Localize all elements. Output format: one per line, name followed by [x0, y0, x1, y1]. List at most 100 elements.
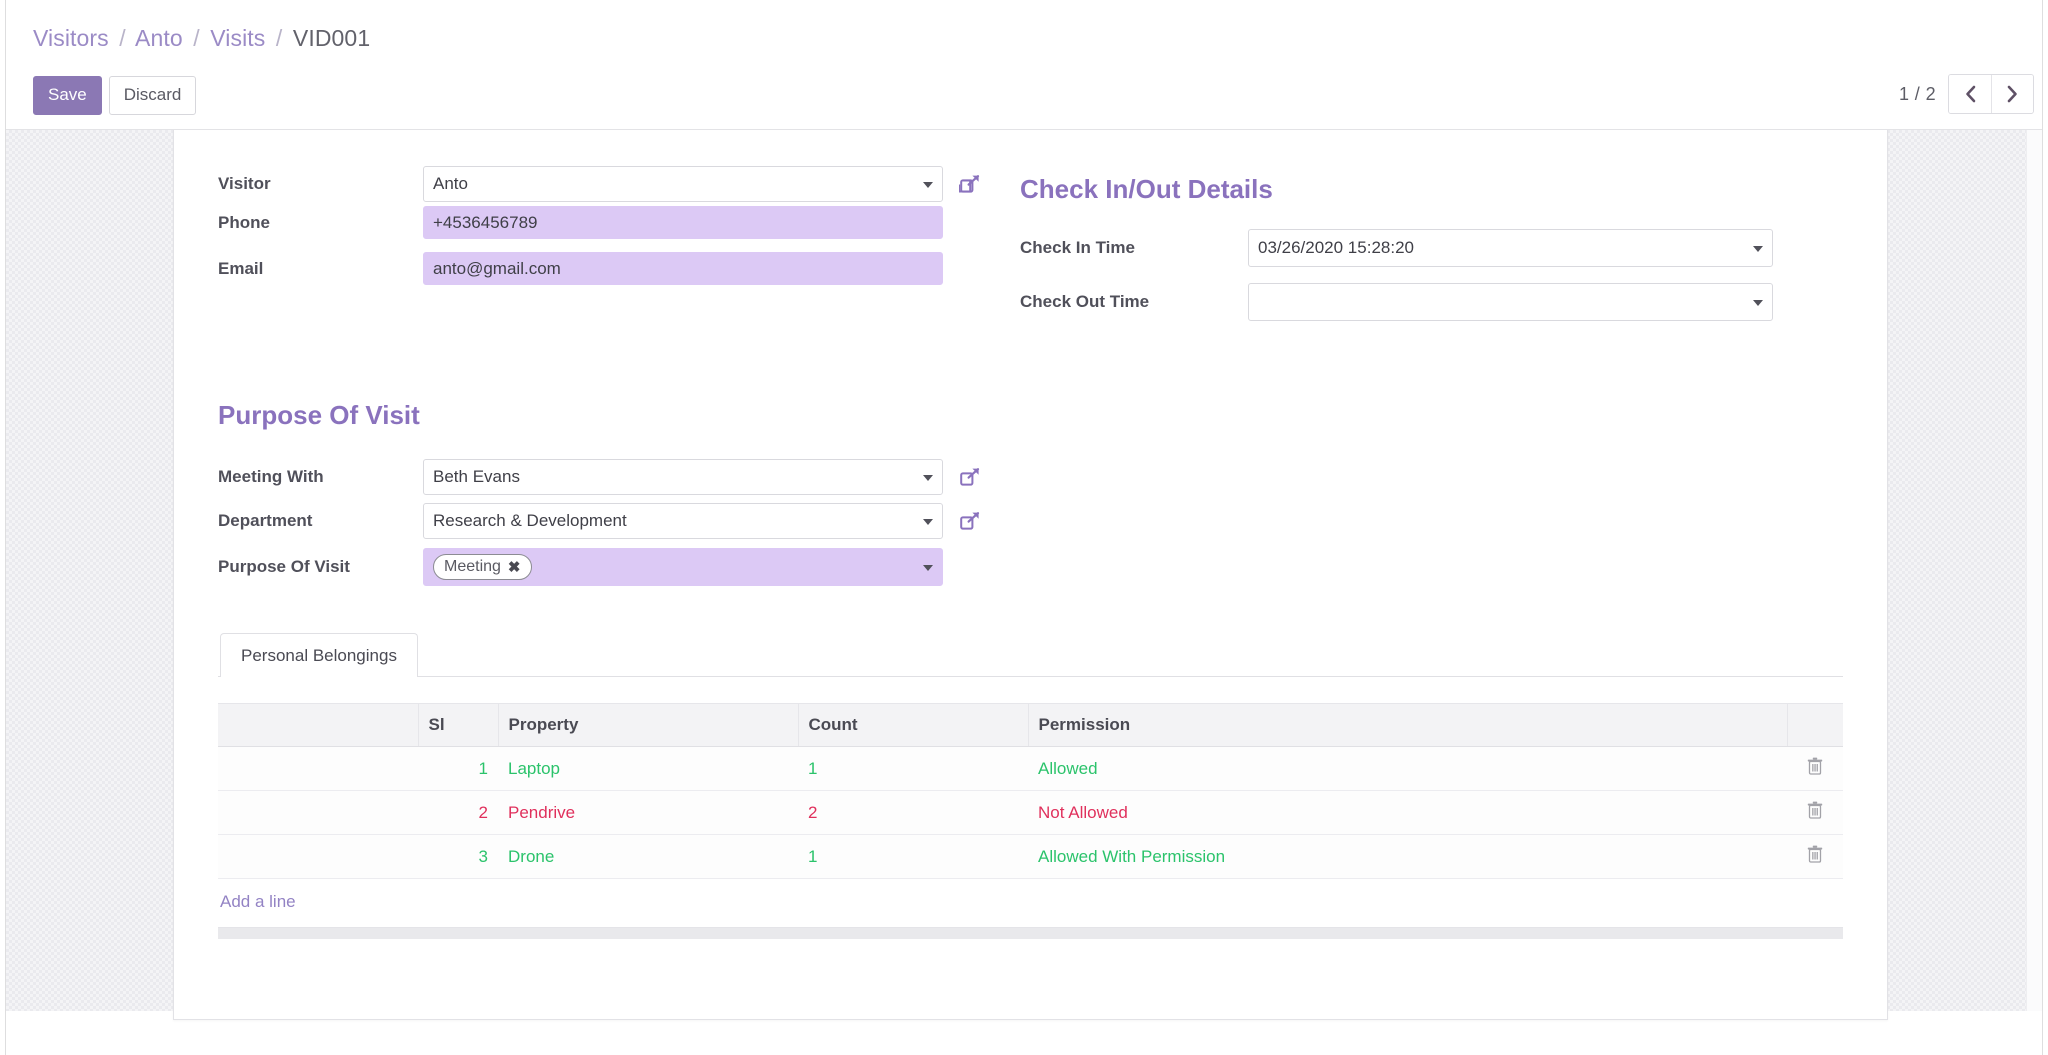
breadcrumb-item-visits[interactable]: Visits [210, 25, 265, 51]
pager-buttons [1948, 74, 2034, 114]
pager-count: 1 / 2 [1899, 84, 1936, 105]
row-count[interactable]: 1 [798, 835, 1028, 879]
tag-meeting[interactable]: Meeting ✖ [433, 554, 532, 580]
table-row[interactable]: 1 Laptop 1 Allowed [218, 747, 1843, 791]
col-header-count[interactable]: Count [798, 704, 1028, 747]
chevron-right-icon [2006, 85, 2019, 103]
row-delete-cell [1787, 835, 1843, 879]
record-pager: 1 / 2 [1899, 74, 2034, 114]
trash-glyph [1807, 757, 1823, 775]
col-header-actions [1787, 704, 1843, 747]
purpose-of-visit-group: Purpose Of Visit Meeting With Beth Evans [218, 400, 1843, 587]
purpose-of-visit-tags-input[interactable]: Meeting ✖ [423, 548, 943, 586]
row-sl: 3 [418, 835, 498, 879]
save-button[interactable]: Save [33, 76, 102, 115]
viewport-right-rule [2042, 0, 2043, 1055]
col-header-property[interactable]: Property [498, 704, 798, 747]
table-row[interactable]: 2 Pendrive 2 Not Allowed [218, 791, 1843, 835]
email-fieldbox: anto@gmail.com [423, 252, 943, 285]
row-property[interactable]: Drone [498, 835, 798, 879]
department-label: Department [218, 511, 423, 531]
row-delete-cell [1787, 791, 1843, 835]
trash-glyph [1807, 845, 1823, 863]
breadcrumb-item-anto[interactable]: Anto [135, 25, 183, 51]
external-link-icon [959, 466, 981, 488]
department-value: Research & Development [433, 511, 627, 531]
row-sl: 2 [418, 791, 498, 835]
add-a-line-button[interactable]: Add a line [218, 879, 298, 925]
belongings-table: Sl Property Count Permission 1 [218, 703, 1843, 879]
tag-label: Meeting [444, 558, 501, 576]
email-value: anto@gmail.com [433, 259, 561, 279]
row-handle-cell [218, 791, 418, 835]
discard-button[interactable]: Discard [109, 76, 197, 115]
row-count[interactable]: 2 [798, 791, 1028, 835]
chevron-down-icon [923, 475, 933, 481]
email-input[interactable]: anto@gmail.com [423, 252, 943, 285]
notebook-tabs: Personal Belongings [218, 633, 1843, 677]
pager-next-button[interactable] [1991, 75, 2033, 113]
external-link-icon [959, 173, 981, 195]
col-header-permission[interactable]: Permission [1028, 704, 1787, 747]
horizontal-scrollbar[interactable] [218, 927, 1843, 939]
col-header-handle [218, 704, 418, 747]
breadcrumb-separator: / [189, 25, 204, 51]
belongings-table-head: Sl Property Count Permission [218, 704, 1843, 747]
field-phone-row: Phone +4536456789 [218, 204, 1008, 241]
row-property[interactable]: Pendrive [498, 791, 798, 835]
check-out-time-input[interactable] [1248, 283, 1773, 321]
row-handle-cell [218, 835, 418, 879]
row-permission[interactable]: Allowed With Permission [1028, 835, 1787, 879]
purpose-of-visit-label: Purpose Of Visit [218, 557, 423, 577]
trash-icon[interactable] [1807, 757, 1823, 780]
visitor-value: Anto [433, 174, 468, 194]
checkinout-title: Check In/Out Details [1020, 174, 1773, 204]
external-link-icon [959, 510, 981, 532]
table-row[interactable]: 3 Drone 1 Allowed With Permission [218, 835, 1843, 879]
meeting-with-select[interactable]: Beth Evans [423, 459, 943, 495]
meeting-with-internal-link-icon[interactable] [957, 464, 983, 490]
purpose-section-title: Purpose Of Visit [218, 400, 1843, 430]
row-delete-cell [1787, 747, 1843, 791]
department-internal-link-icon[interactable] [957, 508, 983, 534]
visitor-group: Visitor Anto [218, 164, 1008, 287]
row-property[interactable]: Laptop [498, 747, 798, 791]
check-out-time-label: Check Out Time [1020, 292, 1248, 312]
field-checkout-row: Check Out Time [1020, 280, 1773, 324]
trash-icon[interactable] [1807, 801, 1823, 824]
field-visitor-row: Visitor Anto [218, 164, 1008, 204]
pager-previous-button[interactable] [1949, 75, 1991, 113]
phone-input[interactable]: +4536456789 [423, 206, 943, 239]
meeting-with-fieldbox: Beth Evans [423, 459, 983, 495]
department-select[interactable]: Research & Development [423, 503, 943, 539]
form-scroll-area[interactable]: Visitor Anto [6, 130, 2042, 1055]
field-department-row: Department Research & Development [218, 501, 1843, 541]
visitor-fieldbox: Anto [423, 166, 983, 202]
check-in-time-input[interactable]: 03/26/2020 15:28:20 [1248, 229, 1773, 267]
trash-glyph [1807, 801, 1823, 819]
tab-personal-belongings[interactable]: Personal Belongings [220, 633, 418, 677]
row-count[interactable]: 1 [798, 747, 1028, 791]
chevron-down-icon [1753, 246, 1763, 252]
col-header-sl[interactable]: Sl [418, 704, 498, 747]
tag-remove-icon[interactable]: ✖ [508, 560, 521, 575]
visitor-select[interactable]: Anto [423, 166, 943, 202]
checkinout-group: Check In/Out Details Check In Time 03/26… [1020, 164, 1773, 324]
notebook: Personal Belongings Sl Property Count Pe… [218, 633, 1843, 939]
vertical-scrollbar[interactable] [2026, 130, 2042, 1011]
chevron-down-icon [923, 182, 933, 188]
table-header-row: Sl Property Count Permission [218, 704, 1843, 747]
trash-icon[interactable] [1807, 845, 1823, 868]
record-action-buttons: Save Discard [33, 76, 196, 115]
odoo-form-page: Visitors / Anto / Visits / VID001 Save D… [0, 0, 2048, 1055]
phone-value: +4536456789 [433, 213, 537, 233]
row-permission[interactable]: Not Allowed [1028, 791, 1787, 835]
breadcrumb-item-visitors[interactable]: Visitors [33, 25, 109, 51]
row-permission[interactable]: Allowed [1028, 747, 1787, 791]
personal-belongings-list: Sl Property Count Permission 1 [218, 703, 1843, 939]
field-purpose-row: Purpose Of Visit Meeting ✖ [218, 547, 1843, 587]
chevron-down-icon [923, 519, 933, 525]
phone-fieldbox: +4536456789 [423, 206, 943, 239]
visitor-internal-link-icon[interactable] [957, 171, 983, 197]
check-in-time-label: Check In Time [1020, 238, 1248, 258]
